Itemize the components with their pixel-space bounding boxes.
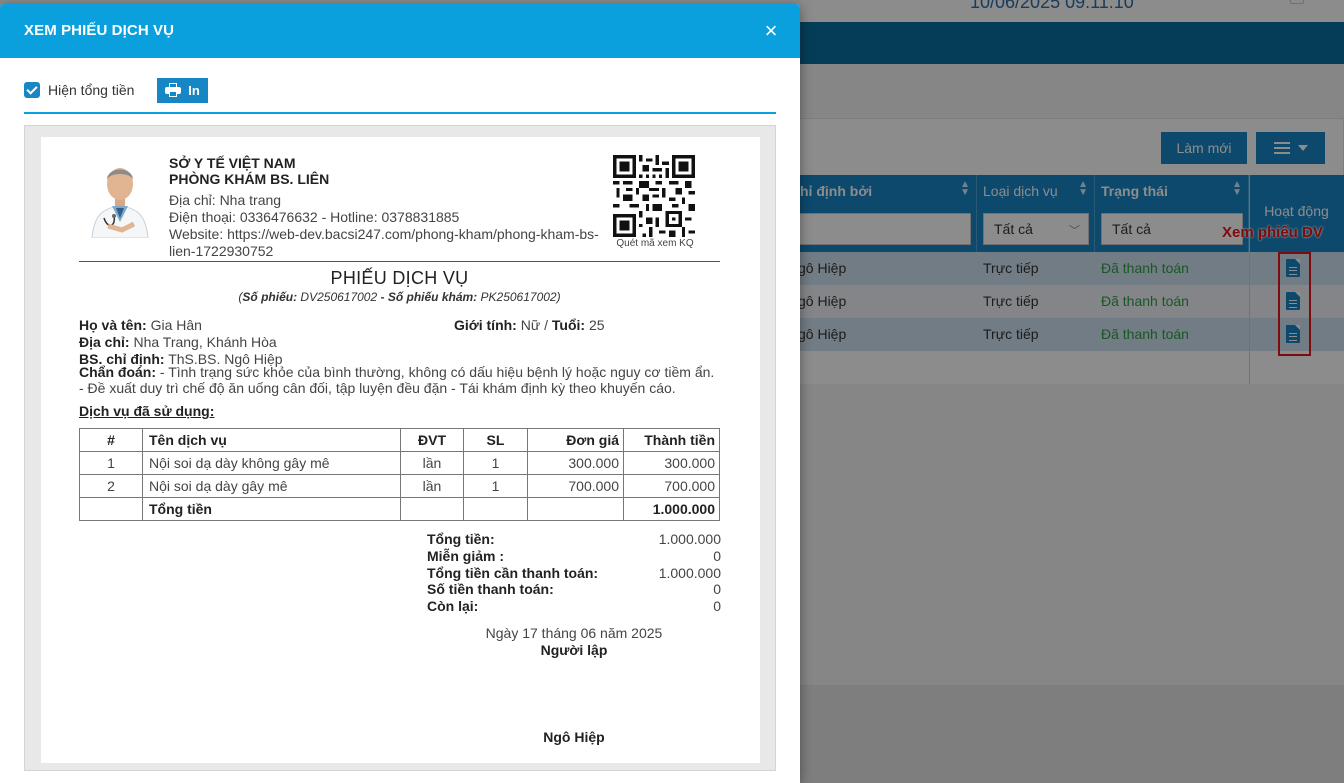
summary-due-label: Tổng tiền cần thanh toán: <box>427 565 599 581</box>
services-heading: Dịch vụ đã sử dụng: <box>79 403 215 419</box>
clinic-website: Website: https://web-dev.bacsi247.com/ph… <box>169 226 599 242</box>
table-total-row: Tổng tiền 1.000.000 <box>79 497 720 521</box>
patient-gender-age: Giới tính: Nữ / Tuổi: 25 <box>454 317 605 333</box>
close-icon[interactable]: × <box>762 20 780 42</box>
org-line-2: PHÒNG KHÁM BS. LIÊN <box>169 171 330 187</box>
toolbar-divider <box>24 112 776 114</box>
summary-discount-value: 0 <box>713 548 721 564</box>
qr-code <box>613 155 695 237</box>
patient-address: Địa chỉ: Nha Trang, Khánh Hòa <box>79 334 277 350</box>
patient-name: Họ và tên: Gia Hân <box>79 317 202 333</box>
summary-paid-value: 0 <box>713 581 721 597</box>
print-button[interactable]: In <box>157 78 208 103</box>
clinic-phone: Điện thoại: 0336476632 - Hotline: 037883… <box>169 209 460 225</box>
receipt-title: PHIẾU DỊCH VỤ <box>330 268 469 288</box>
receipt-subtitle: (Số phiếu: DV250617002 - Số phiếu khám: … <box>238 290 561 304</box>
header-divider <box>79 261 720 262</box>
printer-icon <box>165 82 182 97</box>
services-table: # Tên dịch vụ ĐVT SL Đơn giá Thành tiền … <box>79 428 720 521</box>
diagnosis: Chẩn đoán: - Tình trạng sức khỏe của bìn… <box>79 364 715 396</box>
clinic-address: Địa chỉ: Nha trang <box>169 192 282 208</box>
org-line-1: SỞ Y TẾ VIỆT NAM <box>169 155 296 171</box>
modal-toolbar: Hiện tổng tiền In <box>24 78 776 104</box>
modal-title: XEM PHIẾU DỊCH VỤ <box>24 22 175 39</box>
sign-name: Ngô Hiệp <box>543 729 605 745</box>
summary-remaining-value: 0 <box>713 598 721 614</box>
table-row: 1 Nội soi dạ dày không gây mê lần 1 300.… <box>79 451 720 475</box>
clinic-website-cont: lien-1722930752 <box>169 243 274 259</box>
summary-due-value: 1.000.000 <box>658 565 721 581</box>
summary-paid-label: Số tiền thanh toán: <box>427 581 554 597</box>
print-label: In <box>188 83 200 98</box>
summary-total-value: 1.000.000 <box>658 531 721 547</box>
summary-discount-label: Miễn giảm : <box>427 548 505 564</box>
modal-header: XEM PHIẾU DỊCH VỤ × <box>0 4 800 58</box>
summary-total-label: Tổng tiền: <box>427 531 495 547</box>
qr-caption: Quét mã xem KQ <box>616 238 694 249</box>
show-total-label[interactable]: Hiện tổng tiền <box>48 82 134 98</box>
table-row: 2 Nội soi dạ dày gây mê lần 1 700.000 70… <box>79 474 720 498</box>
show-total-checkbox[interactable] <box>24 82 40 98</box>
doctor-photo <box>88 156 152 238</box>
table-header-row: # Tên dịch vụ ĐVT SL Đơn giá Thành tiền <box>79 428 720 452</box>
sign-date: Ngày 17 tháng 06 năm 2025 <box>485 625 663 641</box>
sign-role: Người lập <box>540 642 608 658</box>
summary-remaining-label: Còn lại: <box>427 598 479 614</box>
